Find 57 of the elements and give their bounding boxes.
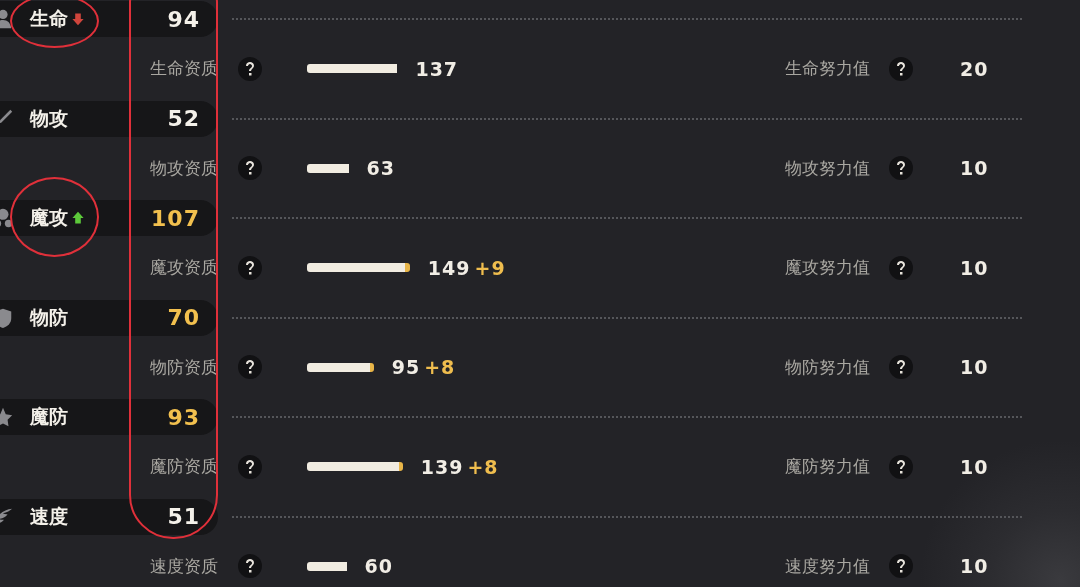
- aptitude-value: 95: [391, 356, 421, 379]
- help-icon[interactable]: [238, 156, 262, 181]
- bonus-bar: [398, 462, 403, 472]
- effort-value: 10: [960, 455, 989, 478]
- effort-label: 物攻努力值: [785, 156, 870, 180]
- effort-value: 20: [960, 57, 989, 80]
- help-icon[interactable]: [238, 454, 262, 479]
- stat-value: 93: [167, 404, 200, 430]
- stat-label: 魔防: [30, 404, 68, 429]
- stat-label: 物攻: [30, 105, 68, 131]
- bonus-bar: [405, 263, 410, 273]
- bonus-bar: [369, 362, 374, 372]
- help-icon[interactable]: [238, 554, 262, 579]
- effort-value: 10: [960, 356, 989, 379]
- aptitude-label: 魔防资质: [150, 455, 218, 479]
- aptitude-value: 60: [364, 555, 394, 578]
- effort-value: 10: [960, 157, 989, 180]
- aptitude-bonus: +8: [424, 356, 456, 379]
- stat-label: 生命: [30, 6, 68, 31]
- stat-value: 107: [151, 205, 200, 231]
- stat-label: 物防: [30, 304, 68, 330]
- stat-value: 51: [167, 504, 200, 529]
- aptitude-bar: [307, 163, 349, 173]
- aptitude-label: 物防资质: [150, 355, 218, 379]
- effort-value: 10: [960, 256, 989, 279]
- effort-label: 生命努力值: [785, 57, 870, 81]
- aptitude-bonus: +8: [467, 455, 499, 478]
- effort-label: 速度努力值: [785, 554, 870, 578]
- aptitude-value: 139: [420, 455, 464, 478]
- aptitude-value: 149: [427, 256, 471, 279]
- help-icon[interactable]: [889, 355, 913, 380]
- stat-value: 94: [167, 6, 200, 32]
- help-icon[interactable]: [889, 454, 913, 479]
- aptitude-value: 63: [366, 157, 396, 180]
- help-icon[interactable]: [889, 56, 913, 81]
- help-icon[interactable]: [889, 554, 913, 579]
- help-icon[interactable]: [889, 156, 913, 181]
- effort-label: 物防努力值: [785, 355, 870, 379]
- effort-label: 魔攻努力值: [785, 256, 870, 280]
- aptitude-label: 速度资质: [150, 554, 218, 578]
- help-icon[interactable]: [238, 355, 262, 380]
- stat-value: 70: [167, 305, 200, 330]
- help-icon[interactable]: [238, 56, 262, 81]
- aptitude-label: 物攻资质: [150, 156, 218, 180]
- effort-label: 魔防努力值: [785, 455, 870, 479]
- aptitude-value: 137: [415, 57, 459, 80]
- aptitude-bar: [307, 561, 347, 571]
- effort-value: 10: [960, 555, 989, 578]
- stat-value: 52: [167, 106, 200, 131]
- help-icon[interactable]: [889, 255, 913, 280]
- stat-label: 速度: [30, 503, 68, 529]
- aptitude-bar: [307, 362, 370, 372]
- aptitude-label: 生命资质: [150, 57, 218, 81]
- aptitude-label: 魔攻资质: [150, 256, 218, 280]
- stat-label: 魔攻: [30, 205, 68, 230]
- aptitude-bonus: +9: [474, 256, 506, 279]
- help-icon[interactable]: [238, 255, 262, 280]
